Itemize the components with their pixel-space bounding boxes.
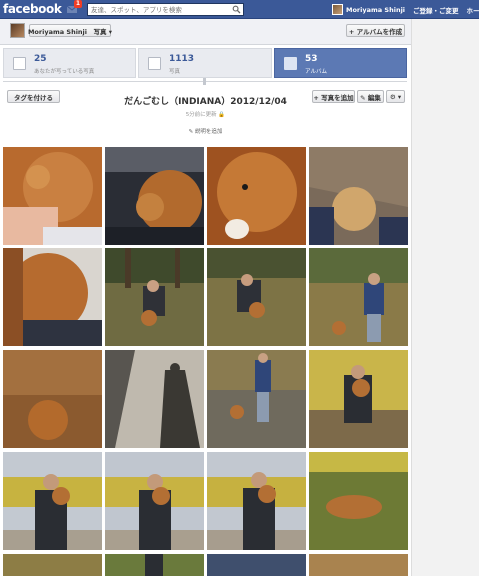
photo-thumbnail[interactable] (309, 147, 408, 245)
photo-thumbnail[interactable] (207, 248, 306, 346)
photos-header: Moriyama Shinji 写真 ▾ + アルバムを作成 (0, 19, 411, 45)
photo-thumbnail[interactable] (309, 248, 408, 346)
photo-thumbnail[interactable] (207, 554, 306, 576)
photo-grid (3, 147, 408, 576)
photo-thumbnail[interactable] (3, 248, 102, 346)
facebook-logo[interactable]: facebook (3, 2, 62, 16)
photo-thumbnail[interactable] (309, 452, 408, 550)
tile-photos-of-you[interactable]: 25 あなたが写っている写真 (3, 48, 136, 78)
search-box[interactable] (87, 3, 244, 16)
profile-thumbnail[interactable] (10, 23, 25, 38)
find-friends-link[interactable]: ご登録・ご変更 (413, 5, 459, 15)
tile-count: 53 (305, 54, 318, 64)
photo-thumbnail[interactable] (105, 350, 204, 448)
photos-icon (148, 57, 161, 70)
main-content: Moriyama Shinji 写真 ▾ + アルバムを作成 25 あなたが写っ… (0, 19, 411, 576)
photos-of-you-icon (13, 57, 26, 70)
home-link[interactable]: ホーム (467, 5, 479, 15)
photo-thumbnail[interactable] (309, 350, 408, 448)
tile-count: 1113 (169, 54, 195, 64)
photo-thumbnail[interactable] (207, 452, 306, 550)
photo-thumbnail[interactable] (3, 350, 102, 448)
album-title: だんごむし（INDIANA）2012/12/04 (124, 97, 287, 107)
tile-label: アルバム (305, 69, 327, 75)
create-album-button[interactable]: + アルバムを作成 (346, 24, 405, 37)
photo-thumbnail[interactable] (309, 554, 408, 576)
divider-marker (203, 78, 206, 85)
photo-thumbnail[interactable] (105, 452, 204, 550)
tile-count: 25 (34, 54, 47, 64)
tile-label: あなたが写っている写真 (34, 69, 95, 75)
photo-thumbnail[interactable] (207, 350, 306, 448)
top-navigation-bar: facebook 1 Moriyama Shinji ご登録・ご変更 ホーム ▾ (0, 0, 479, 19)
tile-label: 写真 (169, 69, 181, 75)
album-updated-time: 5分前に更新 🔒 (185, 112, 226, 118)
photo-stats-tiles: 25 あなたが写っている写真 1113 写真 53 アルバム (0, 48, 411, 78)
notification-count-badge: 1 (73, 0, 82, 8)
edit-album-button[interactable]: ✎ 編集 (357, 90, 384, 103)
add-description-link[interactable]: ✎ 説明を追加 (100, 127, 311, 135)
photo-thumbnail[interactable] (3, 452, 102, 550)
photo-thumbnail[interactable] (105, 248, 204, 346)
photo-thumbnail[interactable] (3, 554, 102, 576)
photo-thumbnail[interactable] (105, 147, 204, 245)
search-icon[interactable] (232, 5, 241, 14)
albums-icon (284, 57, 297, 70)
add-photos-button[interactable]: + 写真を追加 (312, 90, 355, 103)
photo-thumbnail[interactable] (3, 147, 102, 245)
tag-button[interactable]: タグを付ける (7, 90, 60, 103)
tile-albums[interactable]: 53 アルバム (274, 48, 407, 78)
notifications-icon[interactable]: 1 (66, 0, 82, 15)
tile-photos[interactable]: 1113 写真 (138, 48, 272, 78)
photo-thumbnail[interactable] (207, 147, 306, 245)
profile-photos-button[interactable]: Moriyama Shinji 写真 ▾ (28, 24, 112, 37)
album-settings-button[interactable]: ⚙ ▾ (386, 90, 405, 103)
user-avatar[interactable] (332, 4, 343, 15)
search-input[interactable] (88, 4, 228, 15)
photo-thumbnail[interactable] (105, 554, 204, 576)
user-name-link[interactable]: Moriyama Shinji (346, 6, 405, 14)
top-right-nav: Moriyama Shinji ご登録・ご変更 ホーム ▾ (332, 3, 479, 16)
right-sidebar (411, 19, 479, 576)
